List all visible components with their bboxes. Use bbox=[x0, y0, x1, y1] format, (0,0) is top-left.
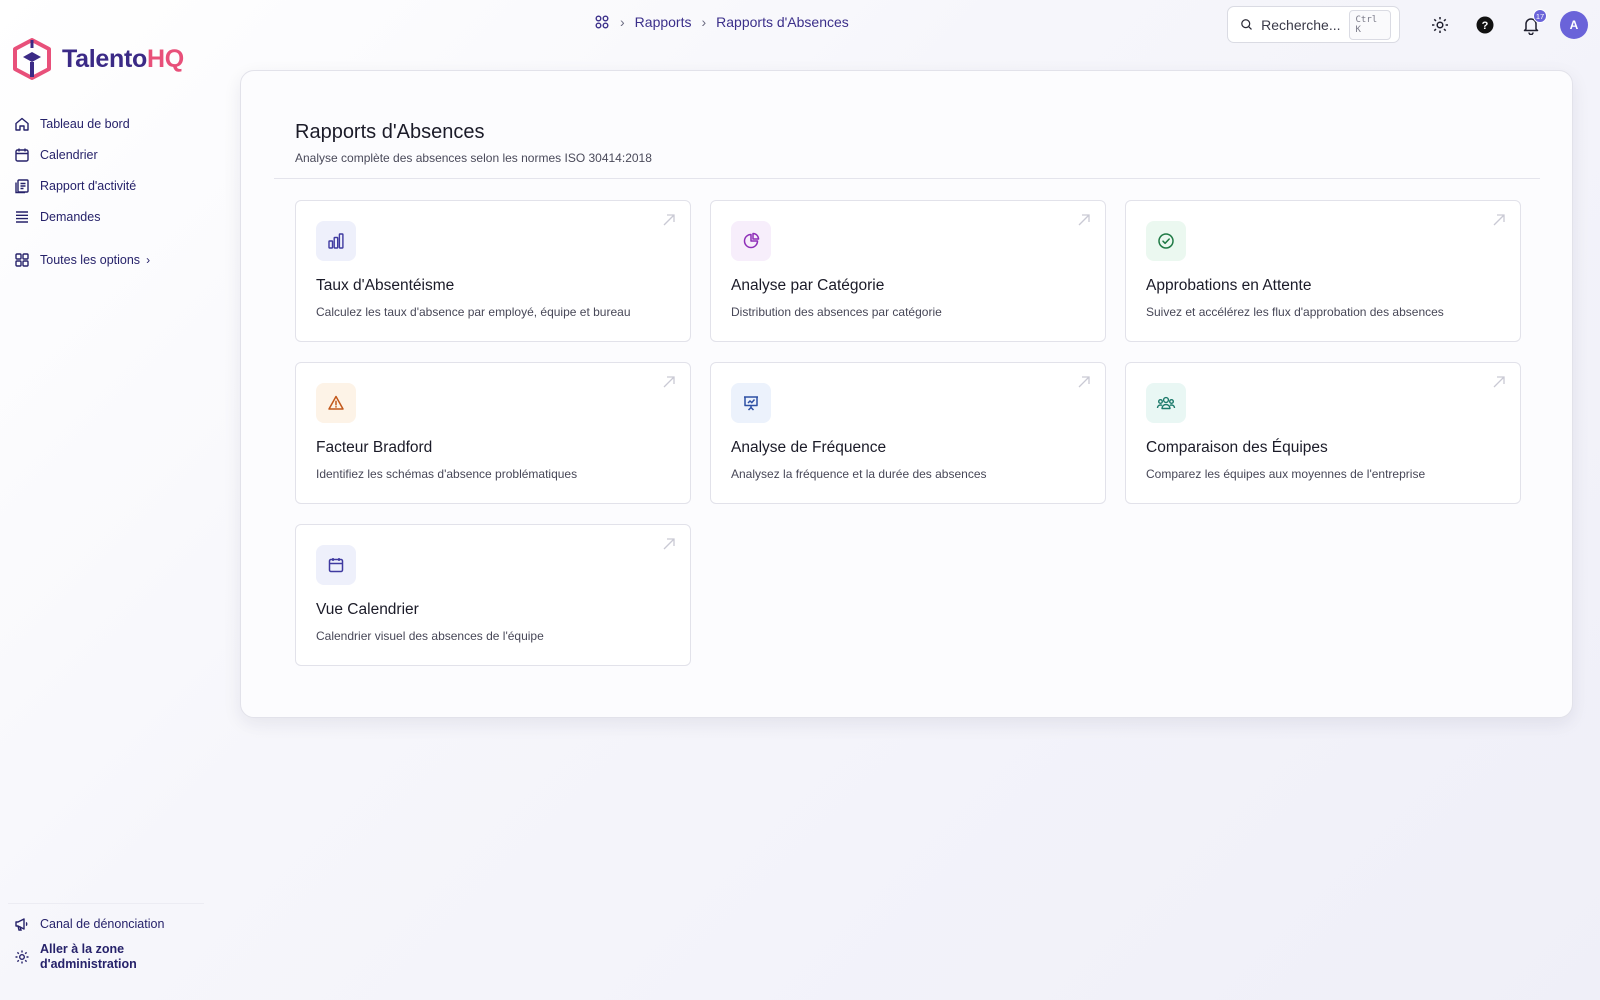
breadcrumb: › Rapports › Rapports d'Absences bbox=[594, 14, 849, 30]
card-icon-wrapper bbox=[316, 221, 356, 261]
arrow-up-right-icon bbox=[1078, 376, 1090, 388]
card-icon-wrapper bbox=[1146, 383, 1186, 423]
report-card-absenteeism[interactable]: Taux d'Absentéisme Calculez les taux d'a… bbox=[295, 200, 691, 342]
card-description: Calendrier visuel des absences de l'équi… bbox=[316, 629, 544, 643]
report-card-category-analysis[interactable]: Analyse par Catégorie Distribution des a… bbox=[710, 200, 1106, 342]
sidebar-item-requests[interactable]: Demandes bbox=[14, 201, 204, 232]
sidebar-bottom: Canal de dénonciation Aller à la zone d'a… bbox=[8, 903, 204, 982]
help-button[interactable]: ? bbox=[1472, 12, 1498, 38]
sidebar-item-label: Toutes les options bbox=[40, 252, 141, 267]
search-icon bbox=[1241, 19, 1252, 30]
svg-text:?: ? bbox=[1482, 20, 1489, 32]
help-icon: ? bbox=[1476, 16, 1494, 34]
admin-zone-link[interactable]: Aller à la zone d'administration bbox=[8, 942, 204, 972]
breadcrumb-reports[interactable]: Rapports bbox=[635, 14, 692, 30]
pie-chart-icon bbox=[743, 232, 760, 249]
card-title: Vue Calendrier bbox=[316, 601, 419, 618]
grid-icon bbox=[15, 252, 29, 267]
megaphone-icon bbox=[15, 918, 28, 931]
gear-icon bbox=[15, 950, 29, 964]
card-title: Analyse de Fréquence bbox=[731, 439, 887, 456]
report-icon bbox=[15, 178, 29, 193]
bar-chart-icon bbox=[328, 233, 344, 249]
card-title: Comparaison des Équipes bbox=[1146, 439, 1328, 456]
card-description: Analysez la fréquence et la durée des ab… bbox=[731, 467, 987, 481]
card-description: Identifiez les schémas d'absence problém… bbox=[316, 467, 578, 481]
report-card-calendar-view[interactable]: Vue Calendrier Calendrier visuel des abs… bbox=[295, 524, 691, 666]
report-card-pending-approvals[interactable]: Approbations en Attente Suivez et accélé… bbox=[1125, 200, 1521, 342]
page-title: Rapports d'Absences bbox=[295, 121, 485, 143]
sidebar-item-label: Rapport d'activité bbox=[40, 178, 137, 193]
chevron-right-icon: › bbox=[701, 14, 707, 30]
card-icon-wrapper bbox=[731, 221, 771, 261]
search-box[interactable]: Recherche... Ctrl K bbox=[1227, 6, 1400, 43]
sidebar-item-calendar[interactable]: Calendrier bbox=[14, 139, 204, 170]
arrow-up-right-icon bbox=[663, 376, 675, 388]
sidebar-item-dashboard[interactable]: Tableau de bord bbox=[14, 108, 204, 139]
sidebar-item-label: Calendrier bbox=[40, 147, 98, 162]
arrow-up-right-icon bbox=[663, 538, 675, 550]
warning-icon bbox=[328, 395, 344, 410]
check-circle-icon bbox=[1158, 233, 1174, 249]
chevron-right-icon: › bbox=[620, 14, 625, 30]
card-icon-wrapper bbox=[1146, 221, 1186, 261]
report-card-bradford-factor[interactable]: Facteur Bradford Identifiez les schémas … bbox=[295, 362, 691, 504]
sidebar-item-label: Demandes bbox=[40, 209, 101, 224]
sidebar-nav: Tableau de bord Calendrier Rapport d'act… bbox=[14, 108, 204, 275]
arrow-up-right-icon bbox=[1493, 214, 1505, 226]
main-panel: Rapports d'Absences Analyse complète des… bbox=[240, 70, 1573, 718]
sidebar: TalentoHQ Tableau de bord Calendrier Rap… bbox=[0, 0, 210, 1000]
card-title: Taux d'Absentéisme bbox=[316, 277, 455, 294]
cube-logo-icon bbox=[13, 38, 51, 80]
arrow-up-right-icon bbox=[1078, 214, 1090, 226]
card-description: Suivez et accélérez les flux d'approbati… bbox=[1146, 305, 1444, 319]
settings-button[interactable] bbox=[1427, 12, 1453, 38]
calendar-icon bbox=[15, 148, 29, 162]
card-description: Comparez les équipes aux moyennes de l'e… bbox=[1146, 467, 1426, 481]
gear-icon bbox=[1432, 17, 1448, 33]
card-title: Analyse par Catégorie bbox=[731, 277, 885, 294]
card-icon-wrapper bbox=[731, 383, 771, 423]
presentation-chart-icon bbox=[744, 396, 758, 411]
sidebar-item-activity-report[interactable]: Rapport d'activité bbox=[14, 170, 204, 201]
calendar-icon bbox=[328, 558, 344, 573]
card-icon-wrapper bbox=[316, 383, 356, 423]
card-title: Facteur Bradford bbox=[316, 439, 433, 456]
divider bbox=[274, 178, 1540, 179]
logo[interactable]: TalentoHQ bbox=[12, 38, 184, 80]
search-input[interactable]: Recherche... bbox=[1261, 17, 1340, 33]
card-description: Calculez les taux d'absence par employé,… bbox=[316, 305, 631, 319]
logo-text: TalentoHQ bbox=[62, 44, 184, 73]
team-icon bbox=[1156, 396, 1176, 410]
card-description: Distribution des absences par catégorie bbox=[731, 305, 942, 319]
shortcut-hint: Ctrl K bbox=[1348, 9, 1391, 40]
sidebar-item-all-options[interactable]: Toutes les options › bbox=[14, 244, 204, 275]
report-card-frequency-analysis[interactable]: Analyse de Fréquence Analysez la fréquen… bbox=[710, 362, 1106, 504]
page-subtitle: Analyse complète des absences selon les … bbox=[295, 151, 652, 165]
notification-badge: 17 bbox=[1533, 9, 1547, 23]
home-icon bbox=[15, 117, 29, 131]
card-icon-wrapper bbox=[316, 545, 356, 585]
avatar[interactable]: A bbox=[1560, 11, 1588, 39]
whistleblow-channel-link[interactable]: Canal de dénonciation bbox=[8, 916, 204, 932]
apps-grid-icon[interactable] bbox=[594, 14, 610, 30]
chevron-right-icon: › bbox=[146, 252, 151, 267]
arrow-up-right-icon bbox=[1493, 376, 1505, 388]
list-icon bbox=[16, 210, 28, 223]
notifications-button[interactable]: 17 bbox=[1518, 9, 1547, 38]
breadcrumb-absence-reports[interactable]: Rapports d'Absences bbox=[716, 14, 849, 30]
arrow-up-right-icon bbox=[663, 214, 675, 226]
report-card-team-comparison[interactable]: Comparaison des Équipes Comparez les équ… bbox=[1125, 362, 1521, 504]
card-title: Approbations en Attente bbox=[1146, 277, 1312, 294]
sidebar-item-label: Tableau de bord bbox=[40, 116, 130, 131]
